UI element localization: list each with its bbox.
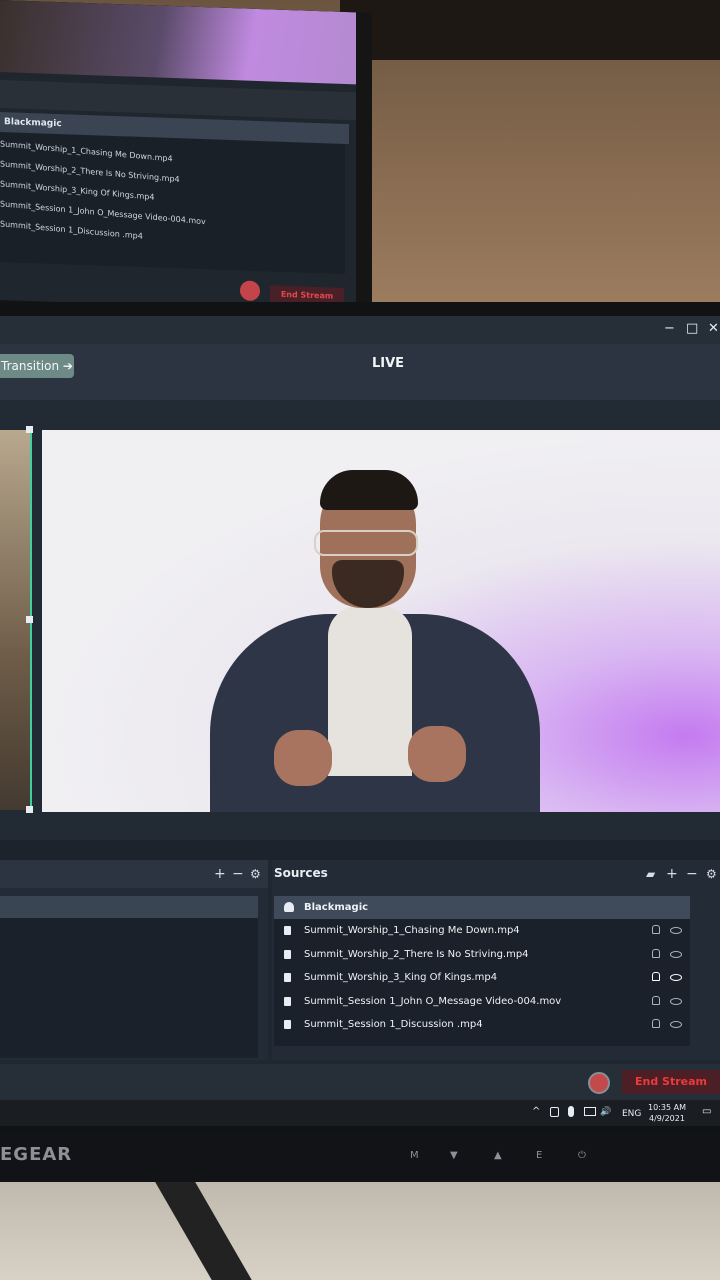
monitor-down-button[interactable]: ▼ — [450, 1150, 458, 1161]
source-item[interactable]: Summit_Session 1_John O_Message Video-00… — [274, 990, 690, 1013]
record-button[interactable] — [588, 1072, 610, 1094]
background-monitor-screen: Blackmagic Summit_Worship_1_Chasing Me D… — [0, 0, 356, 313]
source-item[interactable]: Summit_Worship_1_Chasing Me Down.mp4 — [274, 919, 690, 942]
monitor-bezel: EGEAR M ▼ ▲ E ⏻ — [0, 1130, 720, 1182]
studio-toolbar: Transition ➔ LIVE — [0, 344, 720, 400]
lock-icon[interactable] — [652, 972, 660, 981]
visibility-icon[interactable] — [670, 974, 682, 981]
background-sources-panel: Blackmagic Summit_Worship_1_Chasing Me D… — [0, 112, 349, 275]
maximize-button[interactable]: □ — [686, 322, 698, 336]
sources-panel: Sources ▰ + − ⚙ Blackmagic Summit_Worshi… — [272, 860, 720, 1060]
visibility-icon[interactable] — [670, 927, 682, 934]
tray-chevron-icon[interactable]: ^ — [532, 1105, 540, 1119]
windows-taskbar: ^ 🔊 ENG 10:35 AM 4/9/2021 ▭ — [0, 1100, 720, 1126]
taskbar-clock[interactable]: 10:35 AM 4/9/2021 — [648, 1102, 686, 1124]
resize-handle[interactable] — [26, 426, 33, 433]
dock-divider — [0, 840, 720, 860]
presenter-glasses — [314, 530, 418, 556]
background-video-preview — [0, 0, 356, 85]
monitor-up-button[interactable]: ▲ — [494, 1150, 502, 1161]
sources-list: Blackmagic Summit_Worship_1_Chasing Me D… — [274, 896, 690, 1046]
source-item-label: Summit_Worship_1_Chasing Me Down.mp4 — [304, 925, 520, 936]
source-item[interactable]: Summit_Session 1_Discussion .mp4 — [274, 1013, 690, 1036]
source-item-label: Blackmagic — [304, 902, 369, 913]
file-icon — [284, 1020, 291, 1029]
language-indicator[interactable]: ENG — [622, 1107, 641, 1121]
visibility-icon[interactable] — [670, 1021, 682, 1028]
notification-icon[interactable]: ▭ — [702, 1105, 711, 1119]
remove-scene-button[interactable]: − — [232, 866, 244, 882]
monitor-menu-button[interactable]: M — [410, 1150, 419, 1161]
file-icon — [284, 973, 291, 982]
presenter-left-hand — [274, 730, 332, 786]
program-video — [42, 430, 720, 812]
end-stream-button[interactable]: End Stream — [622, 1070, 720, 1094]
add-scene-button[interactable]: + — [214, 866, 226, 882]
clock-date: 4/9/2021 — [649, 1114, 685, 1123]
visibility-icon[interactable] — [670, 951, 682, 958]
lock-icon[interactable] — [652, 925, 660, 934]
presenter-hair — [320, 470, 418, 510]
file-icon — [284, 997, 291, 1006]
stream-controls-bar: End Stream — [0, 1064, 720, 1100]
video-area — [0, 400, 720, 840]
camera-icon — [284, 902, 294, 912]
minimize-button[interactable]: − — [664, 322, 675, 336]
lock-icon[interactable] — [652, 1019, 660, 1028]
add-folder-icon[interactable]: ▰ — [646, 866, 655, 882]
source-item[interactable]: Summit_Worship_3_King Of Kings.mp4 — [274, 966, 690, 989]
remove-source-button[interactable]: − — [686, 866, 698, 882]
close-button[interactable]: ✕ — [708, 322, 719, 336]
background-shadow — [340, 0, 720, 60]
monitor-power-icon[interactable]: ⏻ — [578, 1150, 586, 1161]
scenes-panel-header: + − ⚙ — [0, 860, 268, 888]
monitor-brand-logo: EGEAR — [0, 1144, 73, 1165]
main-monitor: − □ ✕ Transition ➔ LIVE + − ⚙ Sources ▰ … — [0, 302, 720, 1182]
background-monitor: Blackmagic Summit_Worship_1_Chasing Me D… — [0, 0, 372, 325]
scene-settings-icon[interactable]: ⚙ — [250, 866, 261, 882]
source-item-label: Summit_Worship_3_King Of Kings.mp4 — [304, 972, 498, 983]
sources-title: Sources — [274, 866, 328, 880]
source-item[interactable]: Summit_Worship_2_There Is No Striving.mp… — [274, 943, 690, 966]
file-icon — [284, 926, 291, 935]
lock-icon[interactable] — [652, 996, 660, 1005]
resize-handle[interactable] — [26, 806, 33, 813]
monitor-exit-button[interactable]: E — [536, 1150, 542, 1161]
background-record-button — [240, 280, 260, 302]
file-icon — [284, 950, 291, 959]
scenes-panel: + − ⚙ — [0, 860, 268, 1060]
volume-icon[interactable]: 🔊 — [600, 1105, 611, 1119]
presenter-shirt — [328, 606, 412, 776]
meet-now-icon[interactable] — [550, 1107, 559, 1117]
streaming-app-window: − □ ✕ Transition ➔ LIVE + − ⚙ Sources ▰ … — [0, 316, 720, 1126]
source-item-blackmagic[interactable]: Blackmagic — [274, 896, 690, 919]
visibility-icon[interactable] — [670, 998, 682, 1005]
lock-icon[interactable] — [652, 949, 660, 958]
source-item-label: Summit_Worship_2_There Is No Striving.mp… — [304, 949, 529, 960]
transition-button[interactable]: Transition ➔ — [0, 354, 74, 378]
scenes-list[interactable] — [0, 896, 258, 1058]
network-icon[interactable] — [584, 1107, 596, 1116]
live-label: LIVE — [372, 356, 405, 371]
source-settings-icon[interactable]: ⚙ — [706, 866, 717, 882]
add-source-button[interactable]: + — [666, 866, 678, 882]
source-item-label: Summit_Session 1_Discussion .mp4 — [304, 1019, 483, 1030]
desk-surface — [0, 1170, 720, 1280]
presenter-right-hand — [408, 726, 466, 782]
resize-handle[interactable] — [26, 616, 33, 623]
clock-time: 10:35 AM — [648, 1103, 686, 1112]
microphone-icon[interactable] — [568, 1106, 574, 1117]
title-bar: − □ ✕ — [0, 316, 720, 344]
source-item-label: Summit_Session 1_John O_Message Video-00… — [304, 996, 562, 1007]
